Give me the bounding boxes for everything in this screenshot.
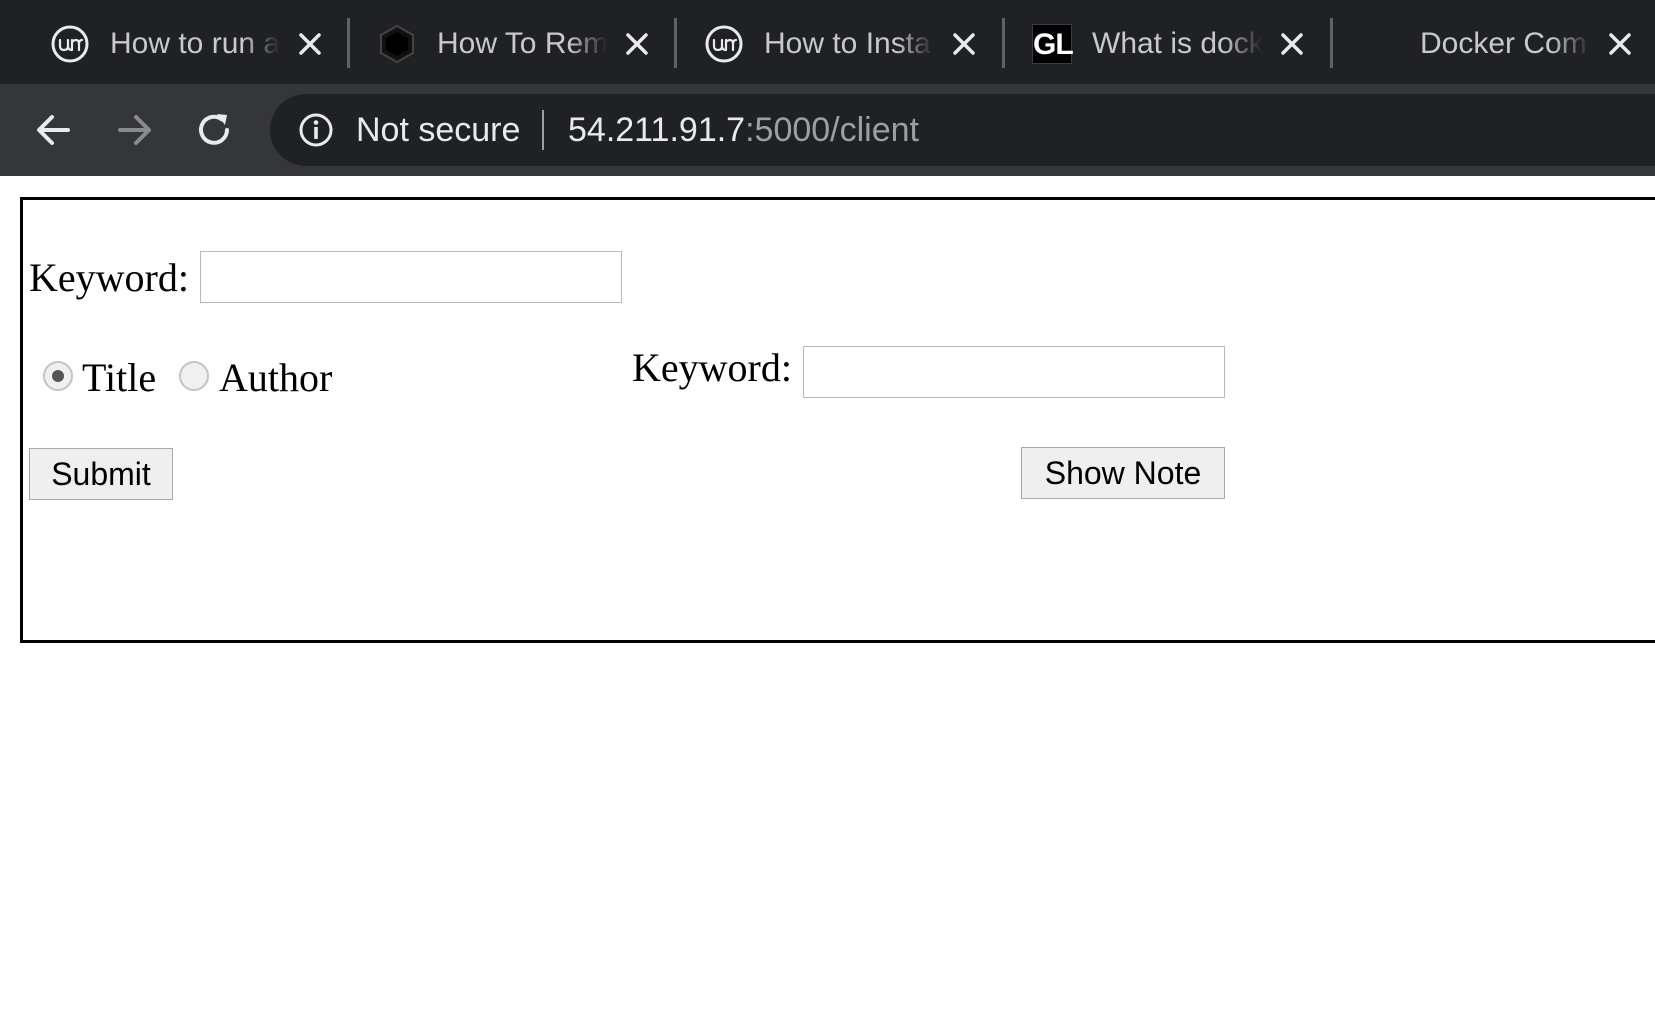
tab-title: Docker Com — [1420, 27, 1587, 60]
radio-author-label: Author — [219, 355, 333, 400]
um-circle-icon — [705, 25, 743, 63]
tab-title: How to run a — [110, 27, 280, 60]
address-divider — [542, 110, 544, 150]
close-icon[interactable] — [621, 28, 653, 60]
address-bar[interactable]: Not secure 54.211.91.7:5000/client — [270, 94, 1655, 166]
form-container: Keyword: Title Author Keyword: Submit Sh… — [20, 197, 1655, 643]
back-arrow-icon[interactable] — [30, 106, 78, 154]
forward-arrow-icon[interactable] — [110, 106, 158, 154]
gl-icon: GL — [1032, 24, 1074, 64]
reload-icon[interactable] — [190, 106, 238, 154]
browser-tab-5[interactable]: Docker Com — [1310, 0, 1655, 84]
um-circle-icon — [51, 25, 89, 63]
close-icon[interactable] — [294, 28, 326, 60]
tab-title: How to Insta — [764, 27, 931, 60]
hexagon-icon — [380, 24, 414, 64]
keyword-label-2: Keyword: — [632, 345, 792, 390]
info-icon[interactable] — [298, 112, 334, 148]
show-note-button[interactable]: Show Note — [1021, 447, 1225, 499]
url-path: :5000/client — [745, 111, 919, 149]
keyword-input-2[interactable] — [803, 346, 1225, 398]
radio-title[interactable] — [43, 361, 73, 391]
keyword-input-1[interactable] — [200, 251, 622, 303]
radio-author[interactable] — [179, 361, 209, 391]
keyword-label-1: Keyword: — [29, 255, 189, 300]
close-icon[interactable] — [948, 28, 980, 60]
tab-title: How To Rem — [437, 27, 607, 60]
browser-tab-3[interactable]: How to Insta — [654, 0, 999, 84]
close-icon[interactable] — [1276, 28, 1308, 60]
browser-tab-1[interactable]: How to run a — [0, 0, 345, 84]
url-host: 54.211.91.7 — [568, 111, 746, 149]
close-icon[interactable] — [1604, 28, 1636, 60]
browser-toolbar: Not secure 54.211.91.7:5000/client — [0, 84, 1655, 176]
browser-tab-4[interactable]: GL What is dock — [982, 0, 1327, 84]
browser-tab-strip: How to run a How To Rem How to Insta GL … — [0, 0, 1655, 84]
browser-tab-2[interactable]: How To Rem — [327, 0, 672, 84]
tab-title: What is dock — [1092, 27, 1262, 60]
submit-button[interactable]: Submit — [29, 448, 173, 500]
radio-title-label: Title — [82, 355, 157, 400]
url-text[interactable]: 54.211.91.7:5000/client — [568, 108, 919, 152]
security-status-text[interactable]: Not secure — [356, 108, 520, 152]
